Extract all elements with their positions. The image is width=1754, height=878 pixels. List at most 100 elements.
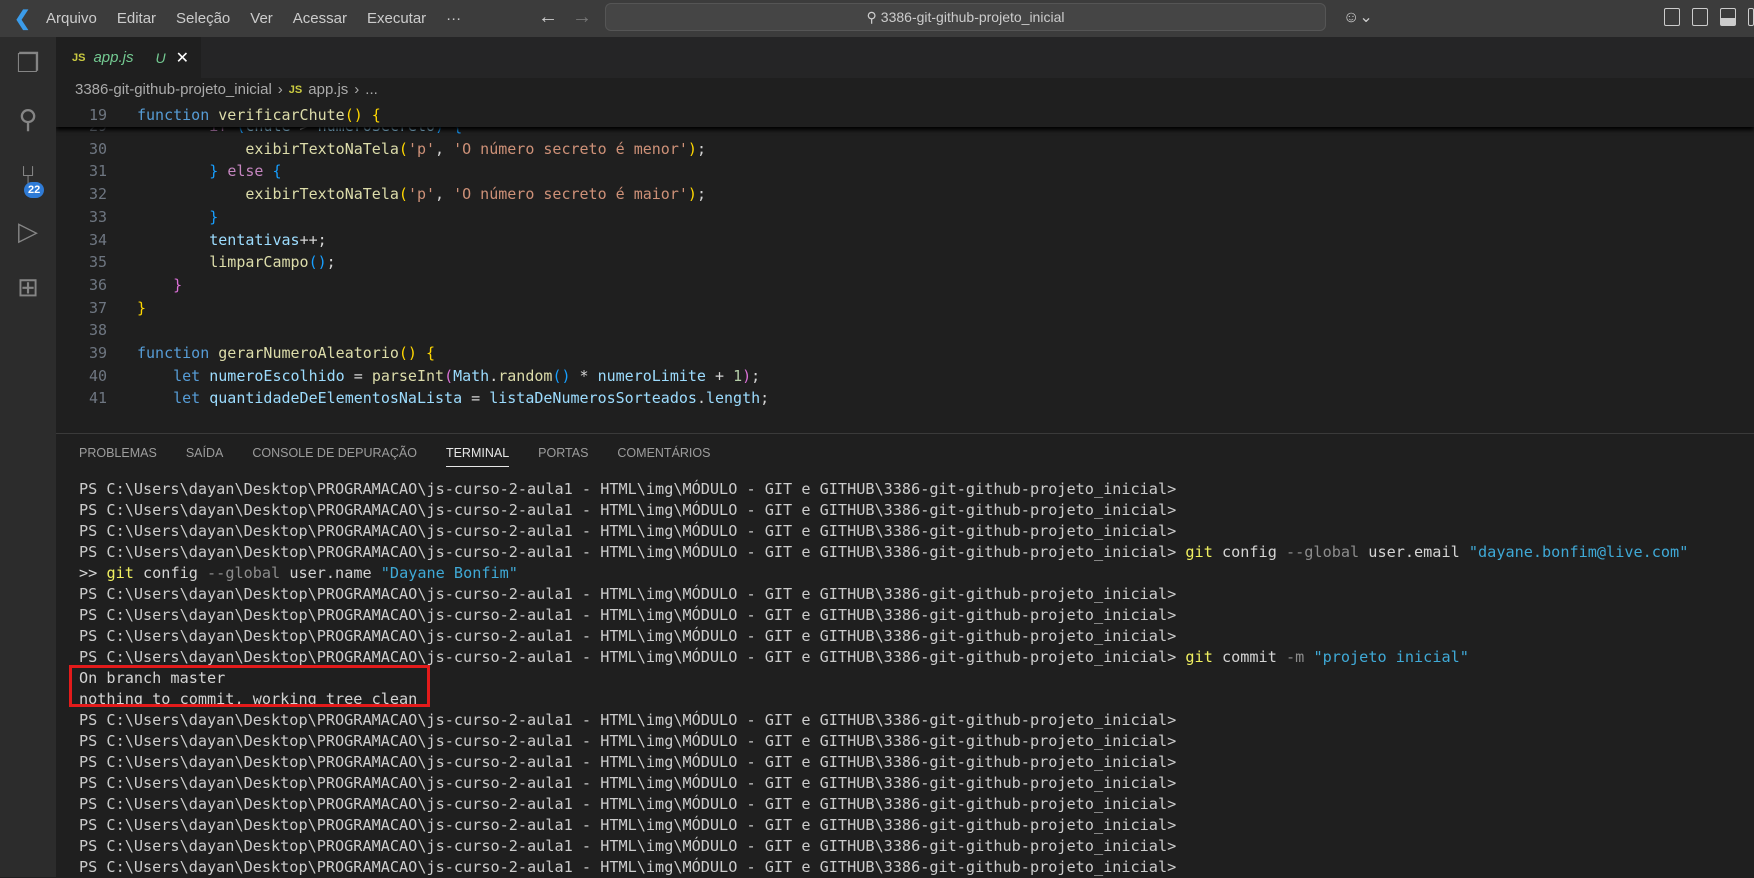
terminal-prompt: PS C:\Users\dayan\Desktop\PROGRAMACAO\js…	[79, 480, 1177, 498]
terminal-line: PS C:\Users\dayan\Desktop\PROGRAMACAO\js…	[79, 710, 1688, 731]
breadcrumb-more[interactable]: ...	[365, 81, 378, 98]
terminal-token: config	[1212, 543, 1286, 561]
line-number: 32	[88, 185, 107, 204]
code-token: {	[272, 162, 282, 181]
terminal-prompt: PS C:\Users\dayan\Desktop\PROGRAMACAO\js…	[79, 711, 1177, 729]
menu-selecao[interactable]: Seleção	[176, 10, 230, 27]
code-token: ()	[308, 253, 327, 272]
menu-ver[interactable]: Ver	[250, 10, 273, 27]
code-editor[interactable]: 19function verificarChute() {28 } else {…	[56, 104, 1754, 433]
chevron-right-icon: ›	[277, 81, 283, 98]
code-token: )	[687, 139, 697, 158]
terminal-token: user.name	[280, 564, 381, 582]
code-line: 32 exibirTextoNaTela('p', 'O número secr…	[56, 183, 1754, 206]
editor-tab-bar: JS app.js U ✕	[56, 37, 1754, 78]
terminal-token: "dayane.bonfim@live.com"	[1468, 543, 1689, 561]
breadcrumb-file[interactable]: app.js	[308, 81, 348, 98]
highlight-box	[69, 665, 430, 707]
extensions-icon[interactable]: ⊞	[12, 271, 44, 303]
search-text: 3386-git-github-projeto_inicial	[880, 9, 1065, 25]
line-number: 19	[88, 106, 107, 124]
terminal-line: PS C:\Users\dayan\Desktop\PROGRAMACAO\js…	[79, 773, 1688, 794]
toggle-secondary-sidebar-icon[interactable]	[1748, 8, 1754, 26]
terminal-line: PS C:\Users\dayan\Desktop\PROGRAMACAO\js…	[79, 584, 1688, 605]
tab-app-js[interactable]: JS app.js U ✕	[56, 37, 201, 78]
panel-tab-sa-da[interactable]: SAÍDA	[186, 446, 224, 467]
terminal-line: PS C:\Users\dayan\Desktop\PROGRAMACAO\js…	[79, 521, 1688, 542]
code-token: .	[696, 389, 706, 408]
code-line: 37}	[56, 297, 1754, 320]
terminal-line: PS C:\Users\dayan\Desktop\PROGRAMACAO\js…	[79, 857, 1688, 878]
code-token: 'O número secreto é maior'	[453, 185, 688, 204]
panel-tabs: PROBLEMAS SAÍDA CONSOLE DE DEPURAÇÃO TERMIN…	[79, 446, 710, 467]
code-token: .	[489, 366, 499, 385]
code-token: =	[344, 366, 372, 385]
terminal-token: >>	[79, 564, 107, 582]
code-token: random	[498, 366, 553, 385]
code-token: gerarNumeroAleatorio	[218, 344, 399, 362]
scm-badge: 22	[24, 182, 45, 198]
code-token: }	[137, 298, 147, 317]
terminal-token: --global	[1286, 543, 1360, 561]
terminal-line: >> git config --global user.name "Dayane…	[79, 563, 1688, 584]
line-number: 31	[88, 162, 107, 181]
panel-tab-portas[interactable]: PORTAS	[538, 446, 588, 467]
terminal-prompt: PS C:\Users\dayan\Desktop\PROGRAMACAO\js…	[79, 543, 1177, 561]
code-line: 35 limparCampo();	[56, 251, 1754, 274]
code-token: ;	[751, 366, 761, 385]
panel-tab-problemas[interactable]: PROBLEMAS	[79, 446, 157, 467]
menu-arquivo[interactable]: Arquivo	[46, 10, 97, 27]
panel-tab-coment-rios[interactable]: COMENTÁRIOS	[617, 446, 710, 467]
code-line: 40 let numeroEscolhido = parseInt(Math.r…	[56, 365, 1754, 388]
terminal-line: PS C:\Users\dayan\Desktop\PROGRAMACAO\js…	[79, 626, 1688, 647]
command-center-search[interactable]: ⚲ 3386-git-github-projeto_inicial	[605, 3, 1326, 31]
breadcrumb: 3386-git-github-projeto_inicial › JS app…	[75, 81, 378, 98]
activity-bar: ❐ ⚲ ⑂ 22 ▷ ⊞	[0, 37, 56, 877]
terminal-prompt: PS C:\Users\dayan\Desktop\PROGRAMACAO\js…	[79, 753, 1177, 771]
terminal-prompt: PS C:\Users\dayan\Desktop\PROGRAMACAO\js…	[79, 774, 1177, 792]
menu-acessar[interactable]: Acessar	[293, 10, 347, 27]
code-token: Math	[453, 366, 490, 385]
sticky-scroll-line: 19 function verificarChute() {	[56, 104, 1754, 127]
search-icon[interactable]: ⚲	[12, 103, 44, 135]
code-token: numeroEscolhido	[209, 366, 345, 385]
code-token: ;	[696, 185, 706, 204]
terminal-line: PS C:\Users\dayan\Desktop\PROGRAMACAO\js…	[79, 731, 1688, 752]
breadcrumb-folder[interactable]: 3386-git-github-projeto_inicial	[75, 81, 272, 98]
customize-layout-icon[interactable]	[1664, 8, 1680, 26]
code-token: listaDeNumerosSorteados	[489, 389, 697, 408]
toggle-panel-icon[interactable]	[1720, 8, 1736, 26]
code-token: ++;	[299, 230, 327, 249]
js-file-icon: JS	[288, 83, 303, 96]
code-token: let	[137, 366, 210, 385]
terminal-token: commit	[1212, 648, 1286, 666]
line-number: 35	[88, 253, 107, 272]
code-token: 1	[733, 366, 743, 385]
line-number: 37	[88, 298, 107, 317]
panel-tab-console-de-depura-o[interactable]: CONSOLE DE DEPURAÇÃO	[252, 446, 417, 467]
code-token: }	[137, 162, 228, 181]
toggle-sidebar-icon[interactable]	[1692, 8, 1708, 26]
forward-arrow-icon[interactable]: →	[572, 6, 592, 28]
code-token: (	[398, 139, 408, 158]
back-arrow-icon[interactable]: ←	[538, 6, 558, 28]
menu-executar[interactable]: Executar	[367, 10, 426, 27]
terminal-token: config	[133, 564, 208, 582]
code-token: )	[687, 185, 697, 204]
run-debug-icon[interactable]: ▷	[12, 215, 44, 247]
menu-more[interactable]: ···	[446, 10, 461, 27]
terminal-line: PS C:\Users\dayan\Desktop\PROGRAMACAO\js…	[79, 500, 1688, 521]
code-token: ;	[326, 253, 336, 272]
code-token: }	[137, 207, 219, 226]
copilot-icon[interactable]: ☺⌄	[1343, 7, 1373, 27]
code-token: 'p'	[407, 139, 436, 158]
menu-editar[interactable]: Editar	[117, 10, 156, 27]
chevron-right-icon: ›	[354, 81, 360, 98]
terminal-prompt: PS C:\Users\dayan\Desktop\PROGRAMACAO\js…	[79, 795, 1177, 813]
code-token: () {	[344, 106, 381, 124]
panel-tab-terminal[interactable]: TERMINAL	[445, 446, 510, 467]
explorer-icon[interactable]: ❐	[12, 47, 44, 79]
close-tab-icon[interactable]: ✕	[176, 48, 189, 68]
terminal-prompt: PS C:\Users\dayan\Desktop\PROGRAMACAO\js…	[79, 606, 1177, 624]
code-token: function	[137, 106, 219, 124]
